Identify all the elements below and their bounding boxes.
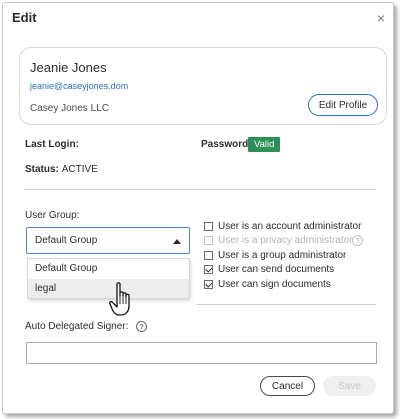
help-icon[interactable]: ?	[136, 321, 147, 332]
caret-up-icon	[173, 239, 181, 244]
checkbox-label: User is a privacy administrator	[218, 235, 353, 246]
save-button: Save	[323, 376, 376, 396]
edit-profile-button[interactable]: Edit Profile	[308, 94, 378, 116]
checkbox-sign-documents[interactable]	[204, 280, 213, 289]
status-value: ACTIVE	[61, 164, 98, 175]
checkbox-label: User is a group administrator	[218, 250, 347, 261]
user-group-select[interactable]: Default Group	[26, 227, 190, 254]
checkbox-label: User can send documents	[218, 264, 335, 275]
profile-card: Jeanie Jones jeanie@caseyjones.dom Casey…	[19, 47, 387, 125]
dropdown-option-default-group[interactable]: Default Group	[28, 259, 189, 278]
checkbox-send-documents[interactable]	[204, 265, 213, 274]
checkbox-group-admin[interactable]	[204, 251, 213, 260]
dialog-title: Edit	[12, 10, 37, 25]
user-name: Jeanie Jones	[30, 60, 107, 75]
status-label: Status: ACTIVE	[25, 164, 98, 175]
cancel-button[interactable]: Cancel	[260, 376, 315, 396]
password-label: Password:	[201, 139, 252, 150]
divider	[196, 304, 376, 305]
user-email: jeanie@caseyjones.dom	[30, 81, 129, 91]
checkbox-account-admin[interactable]	[204, 222, 213, 231]
last-login-label: Last Login:	[25, 139, 79, 150]
checkbox-label: User can sign documents	[218, 279, 331, 290]
auto-delegated-signer-label: Auto Delegated Signer:	[25, 321, 129, 332]
status-label-text: Status:	[25, 164, 59, 175]
company-name: Casey Jones LLC	[30, 103, 109, 114]
hand-cursor-icon	[109, 282, 130, 316]
auto-delegated-signer-input[interactable]	[26, 342, 377, 364]
user-group-label: User Group:	[25, 210, 80, 221]
checkbox-label: User is an account administrator	[218, 221, 362, 232]
close-icon[interactable]: ×	[374, 11, 388, 25]
password-status-badge: Valid	[248, 137, 281, 152]
help-icon[interactable]: ?	[352, 235, 363, 246]
checkbox-privacy-admin	[204, 236, 213, 245]
user-group-selected-value: Default Group	[35, 235, 98, 246]
divider	[24, 189, 376, 190]
